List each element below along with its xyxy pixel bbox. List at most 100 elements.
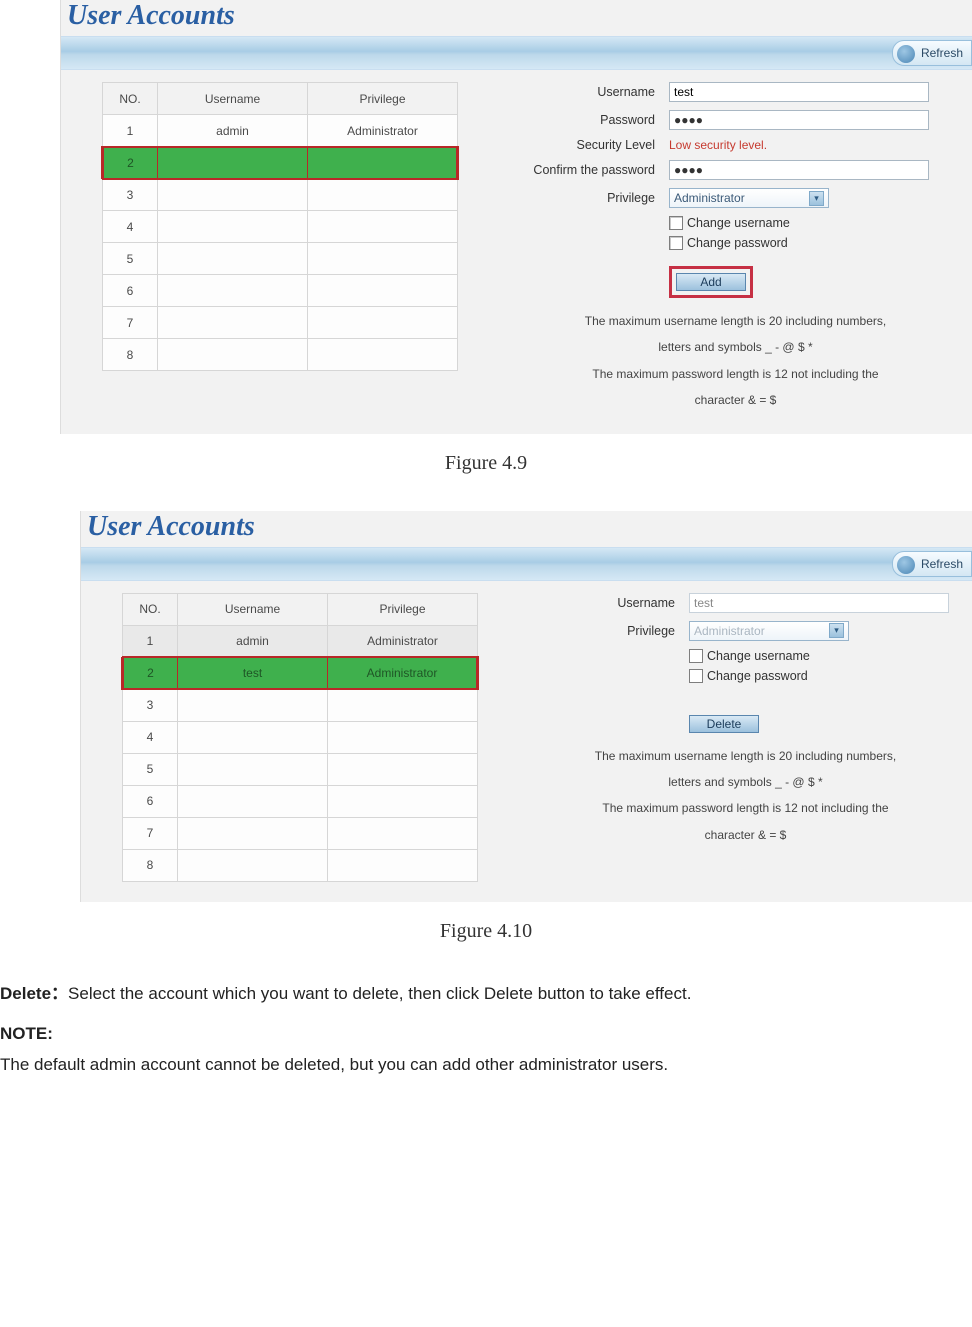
add-button-highlight: Add [669, 266, 753, 298]
page-title: User Accounts [81, 511, 972, 547]
table-cell [308, 147, 458, 179]
table-cell [158, 275, 308, 307]
confirm-password-input[interactable]: ●●●● [669, 160, 929, 180]
table-cell [328, 817, 478, 849]
table-cell [178, 689, 328, 721]
confirm-password-label: Confirm the password [499, 163, 669, 177]
table-row[interactable]: 7 [123, 817, 478, 849]
table-row[interactable]: 6 [123, 785, 478, 817]
note-label: NOTE: [0, 1019, 972, 1050]
security-level-label: Security Level [499, 138, 669, 152]
chevron-down-icon: ▾ [809, 191, 824, 206]
table-row[interactable]: 4 [103, 211, 458, 243]
password-label: Password [499, 113, 669, 127]
table-row[interactable]: 2 [103, 147, 458, 179]
privilege-select[interactable]: Administrator ▾ [669, 188, 829, 208]
privilege-select[interactable]: Administrator ▾ [689, 621, 849, 641]
delete-instruction: Delete：Select the account which you want… [0, 979, 972, 1010]
delete-button[interactable]: Delete [689, 715, 759, 733]
user-accounts-panel-1: User Accounts Refresh NO. Username Privi… [60, 0, 972, 434]
username-label: Username [519, 596, 689, 610]
col-no-header: NO. [123, 593, 178, 625]
col-no-header: NO. [103, 83, 158, 115]
table-cell [178, 849, 328, 881]
change-username-checkbox[interactable] [689, 649, 703, 663]
table-cell [308, 211, 458, 243]
table-cell: Administrator [328, 625, 478, 657]
table-row[interactable]: 6 [103, 275, 458, 307]
privilege-select-value: Administrator [674, 191, 745, 205]
toolbar: Refresh [81, 547, 972, 581]
table-cell [178, 753, 328, 785]
chevron-down-icon: ▾ [829, 623, 844, 638]
table-row[interactable]: 5 [103, 243, 458, 275]
table-cell: 1 [103, 115, 158, 147]
table-cell [328, 721, 478, 753]
change-password-checkbox[interactable] [669, 236, 683, 250]
table-cell: 7 [123, 817, 178, 849]
table-cell [328, 689, 478, 721]
change-password-label: Change password [687, 236, 788, 250]
refresh-label: Refresh [921, 46, 963, 60]
table-cell: 3 [103, 179, 158, 211]
table-cell [158, 147, 308, 179]
table-cell: 7 [103, 307, 158, 339]
table-row[interactable]: 1adminAdministrator [103, 115, 458, 147]
table-row[interactable]: 3 [103, 179, 458, 211]
table-cell: 4 [123, 721, 178, 753]
accounts-table: NO. Username Privilege 1adminAdministrat… [101, 82, 459, 371]
table-cell [328, 785, 478, 817]
add-button[interactable]: Add [676, 273, 746, 291]
table-cell [328, 753, 478, 785]
table-cell [308, 275, 458, 307]
hint-text: The maximum username length is 20 includ… [519, 743, 972, 849]
table-cell [158, 243, 308, 275]
col-username-header: Username [178, 593, 328, 625]
table-cell: 8 [123, 849, 178, 881]
page-title: User Accounts [61, 0, 972, 36]
table-row[interactable]: 8 [103, 339, 458, 371]
table-cell [308, 339, 458, 371]
table-cell: Administrator [308, 115, 458, 147]
accounts-table-body-1: 1adminAdministrator2345678 [103, 115, 458, 371]
change-password-label: Change password [707, 669, 808, 683]
privilege-label: Privilege [499, 191, 669, 205]
accounts-table-body-2: 1adminAdministrator2testAdministrator345… [123, 625, 478, 881]
table-row[interactable]: 7 [103, 307, 458, 339]
table-cell: 2 [103, 147, 158, 179]
refresh-button[interactable]: Refresh [892, 40, 972, 66]
figure-caption-1: Figure 4.9 [0, 452, 972, 475]
username-label: Username [499, 85, 669, 99]
change-username-checkbox[interactable] [669, 216, 683, 230]
table-cell: 5 [123, 753, 178, 785]
table-cell: admin [178, 625, 328, 657]
table-row[interactable]: 1adminAdministrator [123, 625, 478, 657]
username-input[interactable] [669, 82, 929, 102]
delete-button-wrap: Delete [689, 715, 759, 733]
table-cell: 4 [103, 211, 158, 243]
change-password-checkbox[interactable] [689, 669, 703, 683]
toolbar: Refresh [61, 36, 972, 70]
table-cell: test [178, 657, 328, 689]
table-cell: Administrator [328, 657, 478, 689]
table-cell: 5 [103, 243, 158, 275]
password-input[interactable]: ●●●● [669, 110, 929, 130]
table-cell: 2 [123, 657, 178, 689]
security-level-value: Low security level. [669, 138, 767, 152]
table-cell [158, 307, 308, 339]
table-cell: 3 [123, 689, 178, 721]
table-row[interactable]: 2testAdministrator [123, 657, 478, 689]
table-row[interactable]: 3 [123, 689, 478, 721]
note-text: The default admin account cannot be dele… [0, 1050, 972, 1081]
figure-caption-2: Figure 4.10 [0, 920, 972, 943]
col-privilege-header: Privilege [308, 83, 458, 115]
refresh-button[interactable]: Refresh [892, 551, 972, 577]
table-cell [158, 179, 308, 211]
table-row[interactable]: 4 [123, 721, 478, 753]
table-cell [308, 307, 458, 339]
refresh-label: Refresh [921, 557, 963, 571]
table-row[interactable]: 8 [123, 849, 478, 881]
table-row[interactable]: 5 [123, 753, 478, 785]
username-input[interactable] [689, 593, 949, 613]
hint-text: The maximum username length is 20 includ… [499, 308, 972, 414]
